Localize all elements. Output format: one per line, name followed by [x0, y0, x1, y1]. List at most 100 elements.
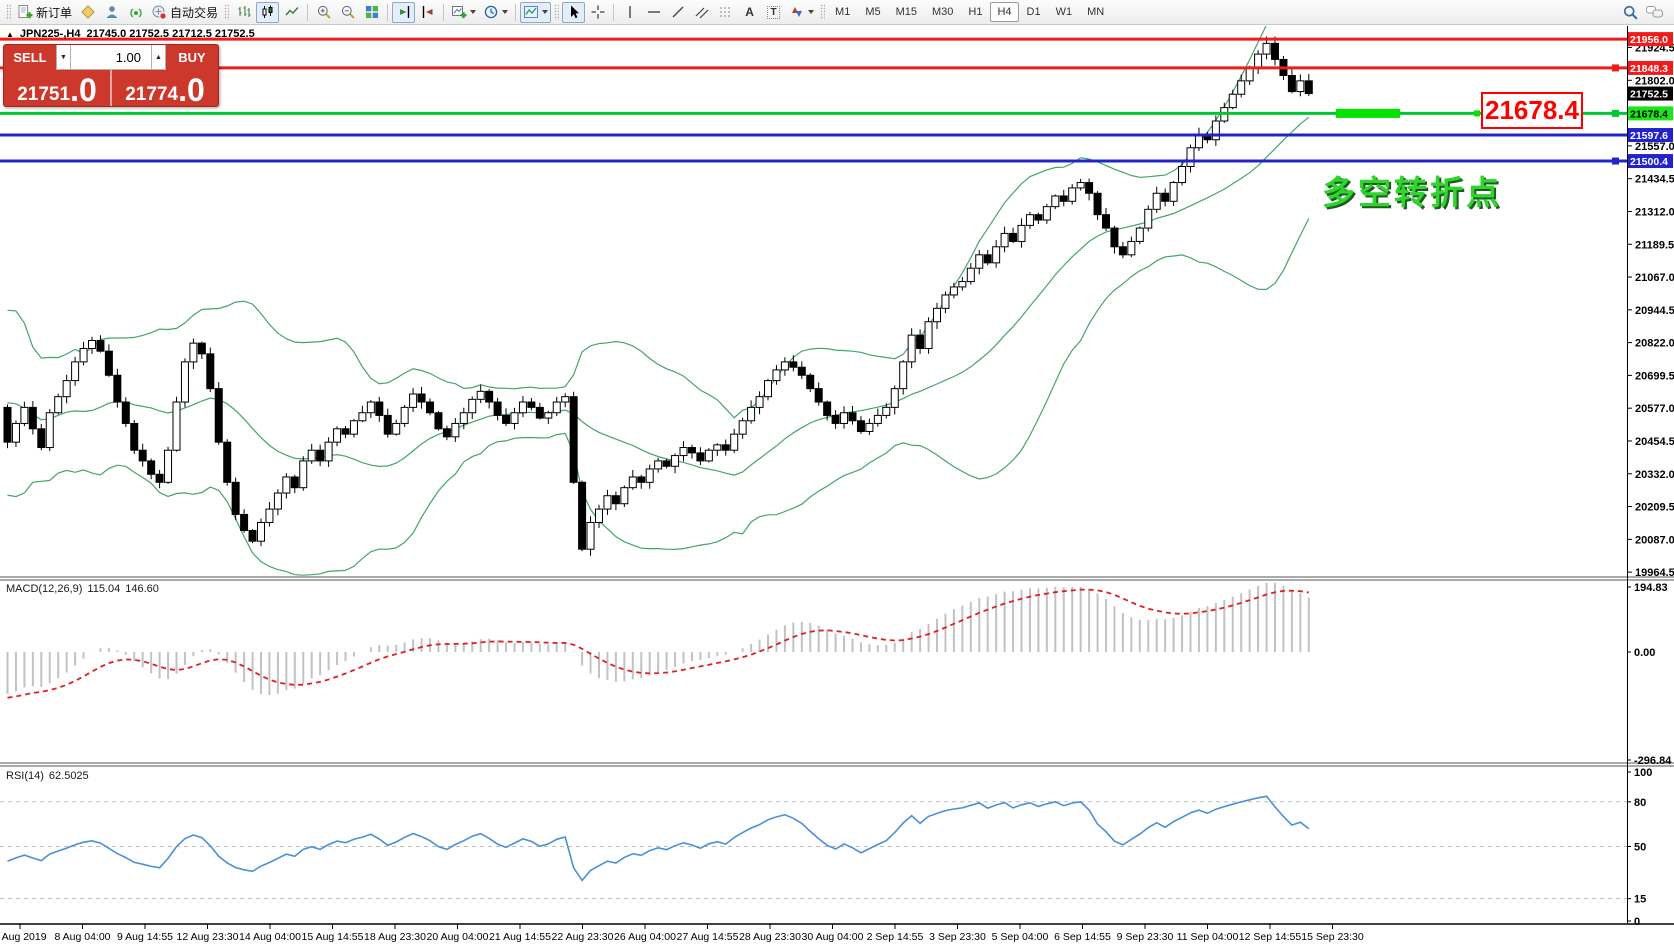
price-tag-label: 21500.4	[1630, 156, 1668, 168]
time-axis-label: 14 Aug 04:00	[239, 931, 301, 943]
signals-button[interactable]	[124, 2, 147, 23]
rsi-scale-label: 0	[1634, 916, 1640, 928]
buy-price[interactable]: 21774.0	[112, 70, 218, 106]
timeframe-button-M30[interactable]: M30	[925, 2, 960, 22]
candlestick-chart-button[interactable]	[256, 1, 280, 23]
cursor-tool-button[interactable]	[562, 1, 586, 23]
zoom-out-icon	[341, 5, 355, 19]
timeframe-button-D1[interactable]: D1	[1020, 2, 1048, 22]
zone-end-marker	[1474, 110, 1480, 117]
time-axis-label: 11 Sep 04:00	[1177, 931, 1239, 943]
tile-windows-button[interactable]	[360, 2, 383, 23]
horizontal-line-tool-button[interactable]	[642, 2, 665, 23]
trendline-icon	[672, 6, 684, 18]
timeframe-button-W1[interactable]: W1	[1049, 2, 1080, 22]
timeframe-button-M1[interactable]: M1	[828, 2, 857, 22]
profile-button[interactable]	[100, 2, 123, 23]
price-tag-label: 21848.3	[1630, 63, 1668, 75]
dropdown-caret-icon	[808, 10, 815, 14]
toolbar-separator	[387, 3, 389, 21]
macd-name: MACD(12,26,9)	[6, 583, 83, 595]
price-tick-label: 20087.0	[1635, 534, 1674, 546]
chat-icon[interactable]	[1645, 4, 1664, 20]
periods-clock-button[interactable]	[480, 2, 511, 23]
price-tag-label: 21678.4	[1630, 108, 1668, 120]
price-tick-label: 21434.5	[1635, 174, 1674, 186]
search-icon[interactable]	[1622, 4, 1639, 21]
macd-pane	[6, 582, 1310, 699]
line-chart-button[interactable]	[280, 2, 303, 23]
time-axis-label: 3 Sep 23:30	[929, 931, 986, 943]
crosshair-tool-button[interactable]	[586, 2, 609, 23]
price-tag-label: 21956.0	[1630, 34, 1668, 46]
timeframe-button-H1[interactable]: H1	[961, 2, 989, 22]
diamond-icon	[80, 5, 95, 19]
arrows-tool-button[interactable]	[786, 2, 817, 23]
price-tick-label: 20577.0	[1635, 403, 1674, 415]
collapse-icon[interactable]: ▲	[6, 30, 14, 39]
zoom-out-button[interactable]	[336, 2, 359, 23]
dropdown-caret-icon	[502, 10, 509, 14]
rsi-line	[7, 795, 1310, 882]
trendline-tool-button[interactable]	[666, 2, 689, 23]
rsi-scale-label: 15	[1634, 894, 1646, 906]
line-end-marker	[1612, 109, 1619, 117]
fibonacci-tool-button[interactable]	[714, 2, 737, 23]
rsi-value: 62.5025	[48, 770, 89, 782]
rsi-scale-label: 50	[1634, 842, 1646, 854]
buy-button[interactable]: BUY	[166, 45, 218, 70]
chart-canvas[interactable]: 21924.521802.021557.021434.521312.021189…	[0, 26, 1674, 947]
ohlc-values: 21745.0 21752.5 21712.5 21752.5	[86, 28, 255, 40]
new-order-button[interactable]: 新订单	[14, 2, 75, 23]
zoom-in-button[interactable]	[312, 2, 335, 23]
sell-price[interactable]: 21751.0	[4, 70, 110, 106]
macd-scale-label: -296.84	[1634, 755, 1672, 767]
price-tick-label: 21557.0	[1635, 141, 1674, 153]
timeframe-button-MN[interactable]: MN	[1080, 2, 1111, 22]
price-tag-label: 21597.6	[1630, 130, 1668, 142]
toolbar-separator	[515, 3, 517, 21]
toolbar-separator	[307, 3, 309, 21]
price-tick-label: 21802.0	[1635, 75, 1674, 87]
history-center-button[interactable]	[76, 2, 99, 23]
price-tick-label: 20332.0	[1635, 469, 1674, 481]
timeframe-button-H4[interactable]: H4	[990, 2, 1019, 22]
price-tick-label: 21189.5	[1635, 239, 1674, 251]
time-axis-label: 21 Aug 14:55	[489, 931, 551, 943]
sell-button[interactable]: SELL	[4, 45, 56, 70]
new-chart-button[interactable]	[448, 2, 479, 23]
text-tool-button[interactable]: A	[738, 2, 761, 23]
timeframe-button-M15[interactable]: M15	[889, 2, 924, 22]
vertical-line-tool-button[interactable]	[618, 2, 641, 23]
macd-scale-label: 194.83	[1634, 582, 1668, 594]
dropdown-caret-icon	[542, 10, 549, 14]
equidistant-channel-tool-button[interactable]	[690, 2, 713, 23]
zoom-in-icon	[317, 5, 331, 19]
price-tick-label: 20209.5	[1635, 502, 1674, 514]
time-axis-label: 9 Aug 14:55	[117, 931, 173, 943]
auto-trading-label: 自动交易	[170, 5, 219, 20]
price-annotation-box[interactable]: 21678.4	[1481, 92, 1583, 129]
text-tool-icon: A	[745, 5, 754, 19]
auto-scroll-button[interactable]	[392, 1, 416, 23]
bar-chart-button[interactable]	[232, 2, 255, 23]
time-axis-label: 15 Aug 14:55	[302, 931, 364, 943]
chart-window: 21924.5 21802.0 21557.0 21434.5 21312.0 21189…	[0, 26, 1674, 947]
volume-decrease-button[interactable]: ▼	[56, 45, 71, 70]
timeframe-button-M5[interactable]: M5	[858, 2, 887, 22]
time-axis-label: 15 Sep 23:30	[1301, 931, 1364, 943]
text-label-tool-button[interactable]: T	[762, 2, 785, 23]
timeframe-group: M1 M5 M15 M30 H1 H4 D1 W1 MN	[828, 2, 1111, 22]
indicators-button[interactable]	[520, 1, 552, 23]
lower-band	[7, 218, 1310, 576]
toolbar-grip	[554, 4, 560, 20]
auto-trading-button[interactable]: 自动交易	[148, 2, 221, 23]
line-chart-icon	[285, 7, 299, 16]
horizontal-line-icon	[647, 11, 660, 13]
volume-input[interactable]	[71, 45, 151, 70]
middle-band	[7, 116, 1310, 476]
chart-shift-button[interactable]	[416, 2, 439, 23]
toolbar-grip	[224, 4, 230, 20]
turning-point-annotation[interactable]: 多空转折点	[1322, 166, 1502, 214]
volume-increase-button[interactable]: ▲	[151, 45, 166, 70]
